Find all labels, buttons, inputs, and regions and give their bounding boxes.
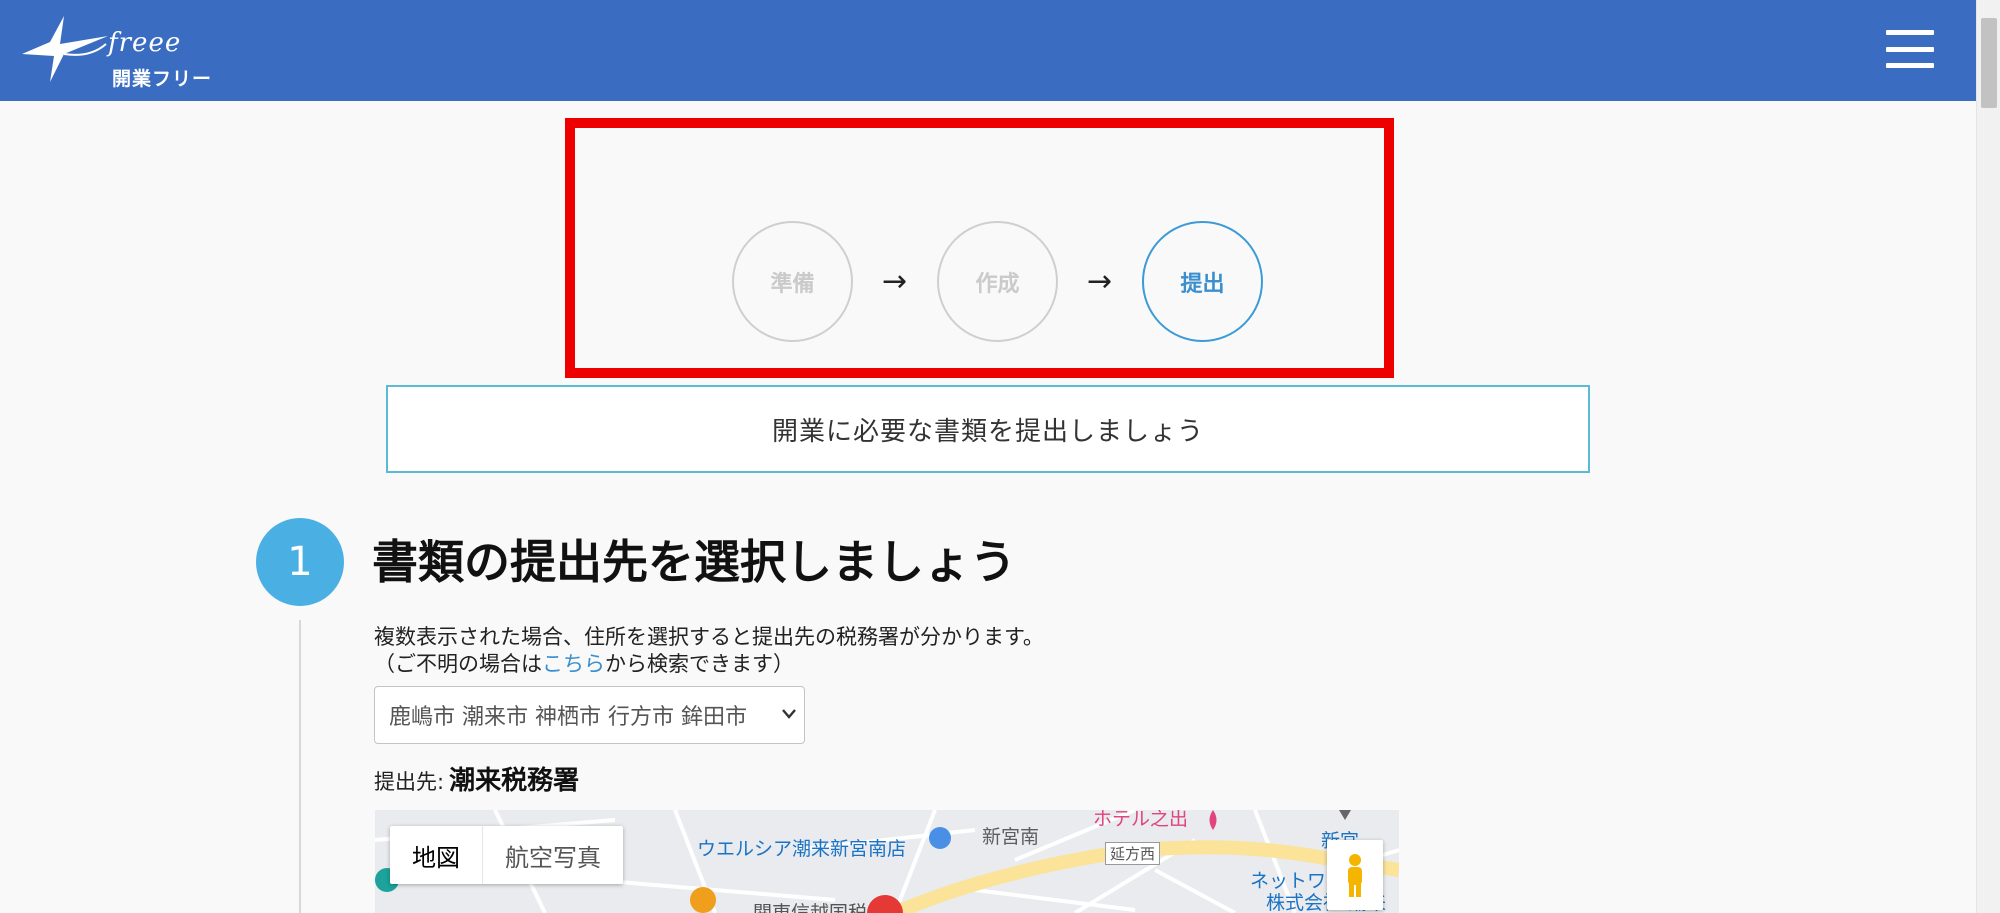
destination-label: 提出先:: [374, 770, 445, 794]
hamburger-menu-icon[interactable]: [1886, 30, 1934, 68]
scroll-thumb[interactable]: [1981, 18, 1997, 108]
tax-office-destination: 提出先: 潮来税務署: [374, 760, 579, 797]
destination-value: 潮来税務署: [449, 766, 580, 796]
description-suffix: から検索できます）: [605, 652, 794, 676]
step-indicator: 準備 → 作成 → 提出: [565, 118, 1394, 378]
map-label-area: 新宮南: [982, 826, 1040, 848]
swallow-icon: [22, 16, 108, 82]
city-select[interactable]: 鹿嶋市 潮来市 神栖市 行方市 鉾田市: [374, 686, 805, 744]
search-link[interactable]: こちら: [542, 652, 605, 676]
section-description: 複数表示された場合、住所を選択すると提出先の税務署が分かります。 （ご不明の場合…: [374, 624, 1044, 678]
step-create: 作成: [937, 221, 1058, 342]
city-select-value: 鹿嶋市 潮来市 神栖市 行方市 鉾田市: [389, 705, 747, 730]
chevron-down-icon: [782, 707, 796, 723]
top-header: freee 開業フリー: [0, 0, 1976, 101]
map-label-bottom: 関東信越国税: [753, 902, 868, 913]
logo-script: freee: [108, 28, 182, 58]
step-prepare: 準備: [732, 221, 853, 342]
step-submit: 提出: [1142, 221, 1263, 342]
map-label-hotel[interactable]: ホテル之出: [1093, 810, 1188, 831]
description-prefix: （ご不明の場合は: [374, 652, 542, 676]
section-timeline-line: [299, 620, 301, 913]
step-arrow-icon: →: [1087, 264, 1113, 299]
description-line-2: （ご不明の場合はこちらから検索できます）: [374, 651, 1044, 678]
freee-logo[interactable]: freee 開業フリー: [20, 14, 220, 90]
description-line-1: 複数表示された場合、住所を選択すると提出先の税務署が分かります。: [374, 625, 1044, 649]
section-title: 書類の提出先を選択しましょう: [372, 535, 1016, 589]
map-label-store[interactable]: ウエルシア潮来新宮南店: [697, 834, 906, 861]
map-type-satellite-button[interactable]: 航空写真: [483, 826, 623, 884]
logo-title: 開業フリー: [112, 68, 213, 90]
step-arrow-icon: →: [882, 264, 908, 299]
google-map[interactable]: 地図 航空写真 ウエルシア潮来新宮南店 新宮南 延方西 ホテル之出 ネットワーク…: [375, 810, 1399, 913]
instruction-banner: 開業に必要な書類を提出しましょう: [386, 385, 1590, 473]
map-type-toggle[interactable]: 地図 航空写真: [390, 826, 623, 884]
page-scrollbar[interactable]: [1976, 0, 2000, 913]
map-type-map-button[interactable]: 地図: [390, 826, 483, 884]
pegman-icon: [1348, 854, 1362, 897]
map-label-road-sign: 延方西: [1105, 842, 1161, 865]
street-view-pegman-button[interactable]: [1327, 840, 1383, 910]
section-number-badge: 1: [256, 518, 344, 606]
